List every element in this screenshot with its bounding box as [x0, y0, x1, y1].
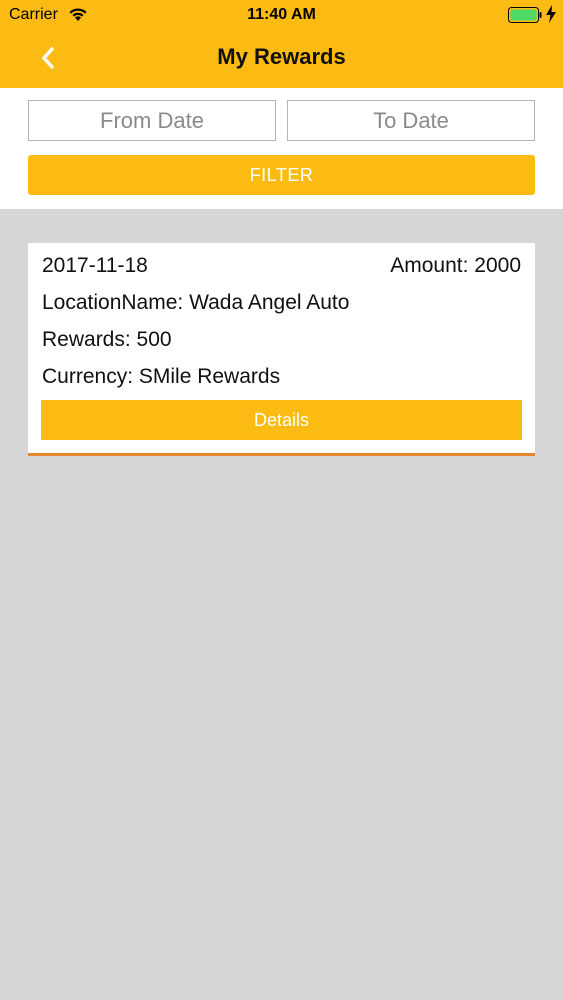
filter-panel: FILTER — [0, 88, 563, 209]
details-button[interactable]: Details — [41, 400, 522, 440]
to-date-input[interactable] — [287, 100, 535, 141]
battery-icon — [508, 7, 542, 23]
reward-date: 2017-11-18 — [42, 254, 148, 277]
from-date-input[interactable] — [28, 100, 276, 141]
charging-bolt-icon — [546, 5, 556, 23]
reward-card: 2017-11-18 Amount: 2000 LocationName: Wa… — [28, 243, 535, 456]
status-bar: Carrier 11:40 AM — [0, 0, 563, 30]
reward-location: LocationName: Wada Angel Auto — [42, 291, 350, 314]
reward-points: Rewards: 500 — [42, 328, 172, 351]
filter-button[interactable]: FILTER — [28, 155, 535, 195]
app-header: Carrier 11:40 AM My Rewards — [0, 0, 563, 88]
reward-currency: Currency: SMile Rewards — [42, 365, 281, 388]
status-time: 11:40 AM — [247, 6, 316, 23]
page-title: My Rewards — [217, 44, 346, 69]
reward-amount: Amount: 2000 — [390, 254, 521, 277]
